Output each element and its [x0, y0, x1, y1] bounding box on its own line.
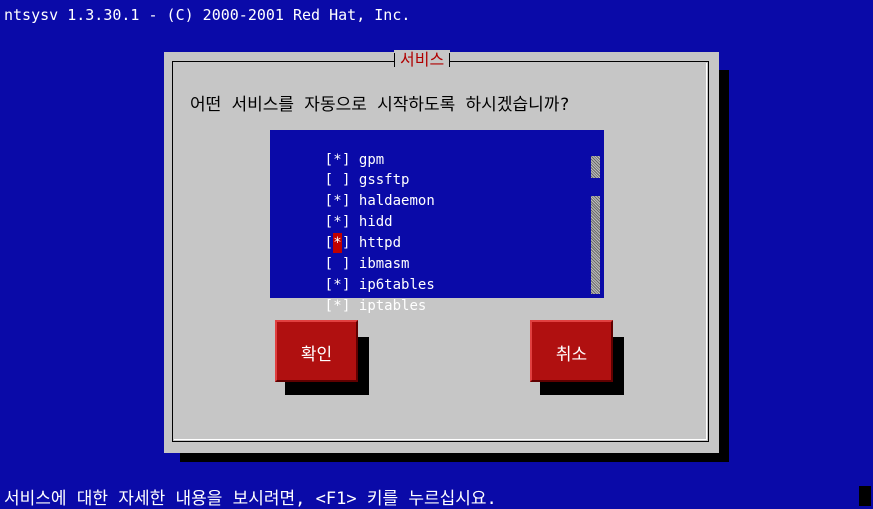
window-title: ntsysv 1.3.30.1 - (C) 2000-2001 Red Hat,… [4, 6, 411, 24]
dialog-prompt: 어떤 서비스를 자동으로 시작하도록 하시겠습니까? [190, 95, 570, 115]
dialog-title: 서비스 [394, 50, 451, 72]
scrollbar-track-segment [591, 156, 600, 178]
service-row[interactable]: [ ] ibmasm [274, 234, 584, 272]
service-row[interactable]: [*] iptables [274, 276, 584, 314]
service-list[interactable]: [*] gpm [ ] gssftp [*] haldaemon [*] hid… [270, 130, 604, 314]
help-status-bar: 서비스에 대한 자세한 내용을 보시려면, <F1> 키를 누르십시요. [4, 489, 497, 509]
ok-button-label: 확인 [300, 345, 333, 365]
services-dialog: 서비스 어떤 서비스를 자동으로 시작하도록 하시겠습니까? [*] gpm [… [164, 50, 719, 453]
cancel-button-label: 취소 [555, 345, 588, 365]
ok-button[interactable]: 확인 [275, 320, 358, 382]
cancel-button[interactable]: 취소 [530, 320, 613, 382]
service-row[interactable]: [*] gpm [274, 130, 584, 168]
terminal-cursor [859, 486, 871, 506]
service-checkbox[interactable]: * [333, 296, 342, 316]
service-row[interactable]: [*] haldaemon [274, 171, 584, 209]
scrollbar-track-segment [591, 196, 600, 294]
list-scrollbar[interactable] [591, 156, 600, 294]
service-row[interactable]: [*] hidd [274, 192, 584, 230]
service-name: iptables [358, 298, 427, 314]
service-row[interactable]: [*] httpd [274, 213, 584, 253]
service-row[interactable]: [*] ip6tables [274, 255, 584, 293]
service-row[interactable]: [ ] gssftp [274, 150, 584, 188]
